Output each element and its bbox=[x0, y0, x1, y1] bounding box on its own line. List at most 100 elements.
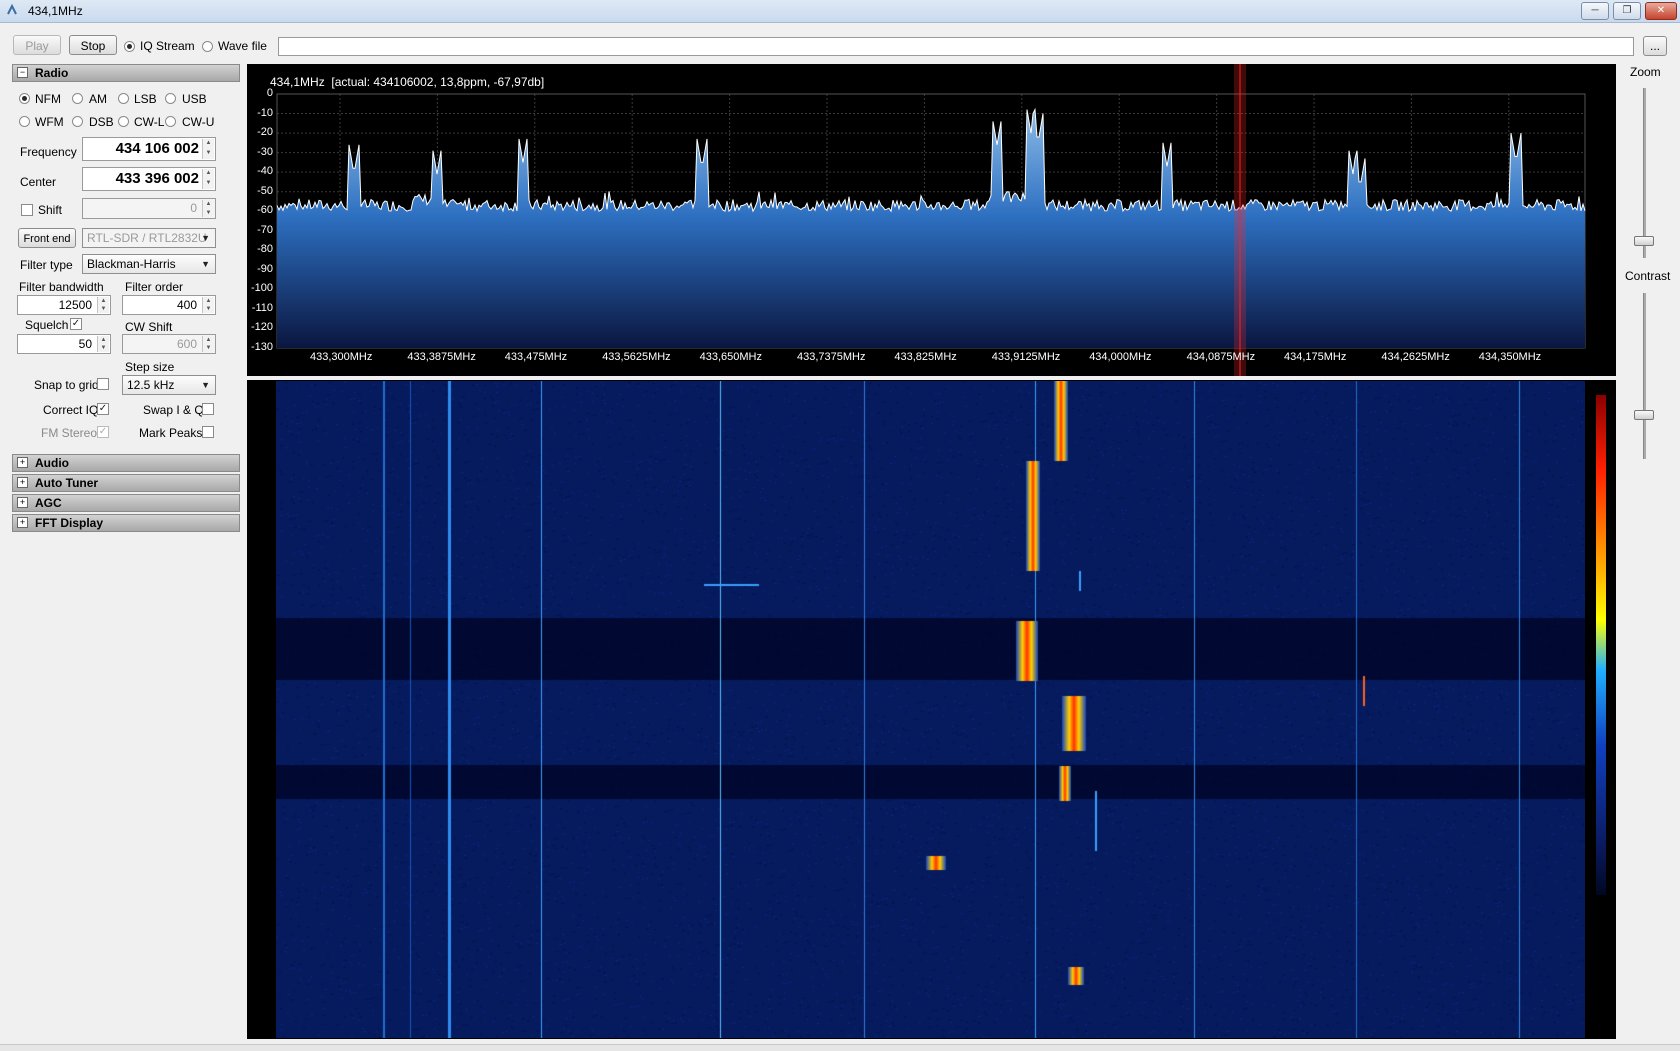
color-scale-bar bbox=[1596, 395, 1606, 895]
filter-order-spinner[interactable]: ▲ ▼ bbox=[202, 297, 214, 313]
shift-input[interactable]: 0 ▲ ▼ bbox=[82, 198, 216, 219]
frequency-label: Frequency bbox=[20, 145, 77, 159]
cw-shift-value: 600 bbox=[176, 337, 197, 351]
mode-label-dsb: DSB bbox=[89, 115, 114, 129]
center-label: Center bbox=[20, 175, 57, 189]
zoom-slider-thumb[interactable] bbox=[1634, 236, 1654, 246]
x-tick-label: 434,000MHz bbox=[1089, 351, 1152, 363]
expand-icon[interactable]: + bbox=[17, 477, 28, 488]
minimize-button[interactable]: ─ bbox=[1581, 2, 1609, 20]
y-tick-label: -80 bbox=[257, 243, 273, 256]
fm-stereo-checkbox[interactable]: ✓ bbox=[97, 426, 109, 438]
mode-label-lsb: LSB bbox=[134, 92, 157, 106]
shift-spinner[interactable]: ▲ ▼ bbox=[202, 200, 214, 217]
x-tick-label: 433,9125MHz bbox=[991, 351, 1061, 363]
wave-file-label: Wave file bbox=[218, 39, 267, 53]
snap-to-grid-label: Snap to grid bbox=[34, 378, 99, 392]
mode-label-am: AM bbox=[89, 92, 107, 106]
contrast-slider-thumb[interactable] bbox=[1634, 410, 1654, 420]
contrast-slider-track[interactable] bbox=[1643, 293, 1646, 459]
correct-iq-checkbox[interactable]: ✓ bbox=[97, 403, 109, 415]
frequency-spinner[interactable]: ▲ ▼ bbox=[202, 139, 214, 159]
swap-iq-label: Swap I & Q bbox=[143, 403, 204, 417]
x-tick-label: 433,7375MHz bbox=[797, 351, 866, 363]
mark-peaks-label: Mark Peaks bbox=[139, 426, 203, 440]
x-tick-label: 433,650MHz bbox=[699, 351, 762, 363]
mode-radio-wfm[interactable] bbox=[19, 116, 30, 127]
correct-iq-label: Correct IQ bbox=[43, 403, 99, 417]
filter-bandwidth-spinner[interactable]: ▲ ▼ bbox=[97, 297, 109, 313]
step-size-select[interactable]: 12.5 kHz ▼ bbox=[122, 375, 216, 395]
swap-iq-checkbox[interactable] bbox=[202, 403, 214, 415]
frequency-input[interactable]: 434 106 002 ▲ ▼ bbox=[82, 137, 216, 161]
auto-tuner-section-title: Auto Tuner bbox=[35, 476, 99, 490]
iq-stream-label: IQ Stream bbox=[140, 39, 195, 53]
stop-button[interactable]: Stop bbox=[69, 35, 117, 55]
waterfall-canvas[interactable] bbox=[276, 381, 1585, 1038]
center-spinner[interactable]: ▲ ▼ bbox=[202, 169, 214, 189]
squelch-input[interactable]: 50 ▲ ▼ bbox=[17, 334, 111, 354]
title-bar: 434,1MHz ─ ❐ ✕ bbox=[0, 0, 1680, 23]
filter-type-select[interactable]: Blackman-Harris ▼ bbox=[82, 254, 216, 274]
y-tick-label: -60 bbox=[257, 204, 273, 217]
mode-radio-nfm[interactable] bbox=[19, 93, 30, 104]
shift-checkbox[interactable] bbox=[21, 204, 33, 216]
mode-radio-dsb[interactable] bbox=[72, 116, 83, 127]
source-path-input[interactable] bbox=[278, 37, 1634, 56]
frequency-value: 434 106 002 bbox=[115, 140, 199, 157]
squelch-spinner[interactable]: ▲ ▼ bbox=[97, 336, 109, 352]
shift-value: 0 bbox=[190, 201, 197, 215]
contrast-label: Contrast bbox=[1625, 269, 1671, 283]
y-tick-label: -70 bbox=[257, 223, 273, 236]
agc-section-header[interactable]: + AGC bbox=[12, 494, 240, 512]
squelch-checkbox[interactable]: ✓ bbox=[70, 318, 82, 330]
filter-order-label: Filter order bbox=[125, 280, 184, 294]
wave-file-radio[interactable] bbox=[202, 41, 213, 52]
mode-label-wfm: WFM bbox=[35, 115, 64, 129]
expand-icon[interactable]: + bbox=[17, 457, 28, 468]
cw-shift-input[interactable]: 600 ▲ ▼ bbox=[122, 334, 216, 354]
chevron-down-icon: ▼ bbox=[201, 259, 210, 269]
restore-button[interactable]: ❐ bbox=[1613, 2, 1641, 20]
y-tick-label: -20 bbox=[257, 126, 273, 139]
auto-tuner-section-header[interactable]: + Auto Tuner bbox=[12, 474, 240, 492]
spectrum-fill bbox=[277, 109, 1585, 348]
fft-display-section-header[interactable]: + FFT Display bbox=[12, 514, 240, 532]
front-end-select[interactable]: RTL-SDR / RTL2832U ▼ bbox=[82, 228, 216, 248]
y-tick-label: -40 bbox=[257, 165, 273, 178]
expand-icon[interactable]: + bbox=[17, 517, 28, 528]
collapse-icon[interactable]: − bbox=[17, 67, 28, 78]
radio-section-header[interactable]: − Radio bbox=[12, 64, 240, 82]
close-button[interactable]: ✕ bbox=[1645, 2, 1677, 20]
browse-button[interactable]: ... bbox=[1643, 36, 1667, 56]
filter-bandwidth-input[interactable]: 12500 ▲ ▼ bbox=[17, 295, 111, 315]
agc-section-title: AGC bbox=[35, 496, 62, 510]
snap-to-grid-checkbox[interactable] bbox=[97, 378, 109, 390]
waterfall-display[interactable] bbox=[247, 380, 1616, 1039]
audio-section-header[interactable]: + Audio bbox=[12, 454, 240, 472]
play-button[interactable]: Play bbox=[13, 35, 61, 55]
cw-shift-spinner[interactable]: ▲ ▼ bbox=[202, 336, 214, 352]
x-tick-label: 434,2625MHz bbox=[1381, 351, 1450, 363]
center-input[interactable]: 433 396 002 ▲ ▼ bbox=[82, 167, 216, 191]
expand-icon[interactable]: + bbox=[17, 497, 28, 508]
mode-radio-cwu[interactable] bbox=[165, 116, 176, 127]
mode-radio-cwl[interactable] bbox=[118, 116, 129, 127]
filter-bandwidth-label: Filter bandwidth bbox=[19, 280, 104, 294]
app-icon bbox=[7, 4, 17, 15]
mark-peaks-checkbox[interactable] bbox=[202, 426, 214, 438]
mode-radio-lsb[interactable] bbox=[118, 93, 129, 104]
mode-radio-am[interactable] bbox=[72, 93, 83, 104]
zoom-slider-track[interactable] bbox=[1643, 88, 1646, 258]
filter-bandwidth-value: 12500 bbox=[58, 298, 92, 312]
front-end-button[interactable]: Front end bbox=[18, 228, 76, 248]
filter-order-input[interactable]: 400 ▲ ▼ bbox=[122, 295, 216, 315]
mode-radio-usb[interactable] bbox=[165, 93, 176, 104]
y-tick-label: -100 bbox=[250, 282, 273, 295]
y-tick-label: -130 bbox=[250, 341, 273, 353]
y-tick-label: -50 bbox=[257, 184, 273, 197]
step-size-label: Step size bbox=[125, 360, 175, 374]
spectrum-plot[interactable] bbox=[247, 64, 1616, 376]
spectrum-display[interactable]: 434,1MHz [actual: 434106002, 13,8ppm, -6… bbox=[247, 64, 1616, 376]
iq-stream-radio[interactable] bbox=[124, 41, 135, 52]
